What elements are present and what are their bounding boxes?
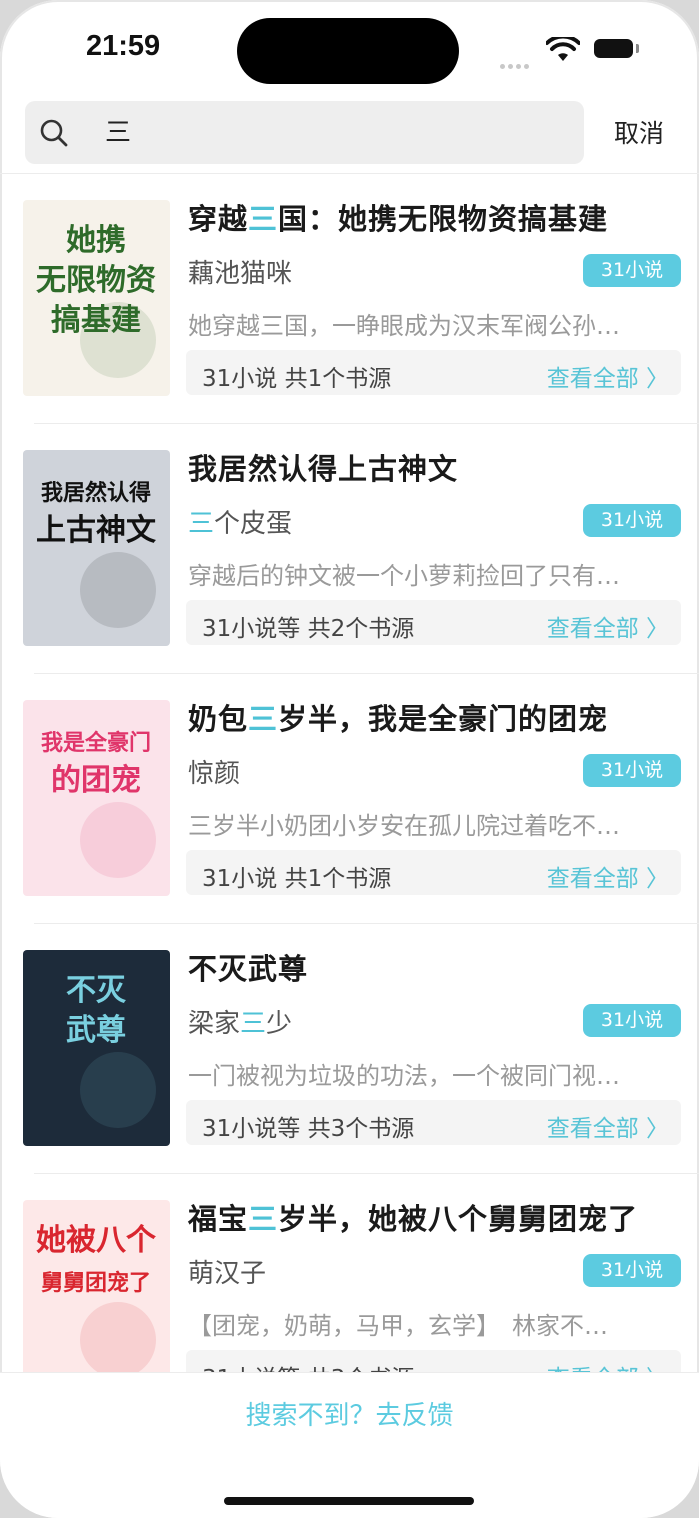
- footer-bar: 搜索不到？去反馈: [0, 1372, 699, 1518]
- book-result-item[interactable]: 我居然认得 上古神文 我居然认得上古神文 三个皮蛋 31小说 穿越后的钟文被一个小…: [0, 424, 699, 674]
- sources-bar[interactable]: 31小说 共1个书源 查看全部 〉: [186, 350, 681, 395]
- cover-title-text: 我是全豪门: [41, 730, 151, 756]
- cover-title-text: 她被八个: [36, 1223, 157, 1258]
- book-author[interactable]: 萌汉子: [188, 1253, 266, 1290]
- book-cover: 不灭 武尊: [23, 950, 170, 1146]
- book-result-item[interactable]: 我是全豪门的团宠 奶包三岁半，我是全豪门的团宠 惊颜 31小说 三岁半小奶团小岁…: [0, 674, 699, 924]
- cover-title-text: 的团宠: [51, 763, 141, 798]
- book-title: 穿越三国：她携无限物资搞基建: [188, 202, 609, 236]
- cover-title-text: 无限物资: [36, 263, 156, 298]
- source-badge: 31小说: [583, 1004, 681, 1037]
- source-badge: 31小说: [583, 1254, 681, 1287]
- sources-bar[interactable]: 31小说等 共3个书源 查看全部 〉: [186, 1100, 681, 1145]
- source-badge: 31小说: [583, 504, 681, 537]
- sources-count: 31小说 共1个书源: [202, 366, 392, 392]
- book-cover: 我是全豪门 的团宠: [23, 700, 170, 896]
- sources-count: 31小说等 共3个书源: [202, 1359, 414, 1372]
- wifi-icon: [546, 37, 580, 61]
- cover-art: 她携无限物资搞基建: [23, 200, 170, 396]
- book-cover: 她被八个 舅舅团宠了: [23, 1200, 170, 1372]
- source-badge: 31小说: [583, 754, 681, 787]
- view-all-link[interactable]: 查看全部 〉: [547, 1359, 669, 1372]
- sources-count: 31小说等 共2个书源: [202, 616, 415, 642]
- book-description: 穿越后的钟文被一个小萝莉捡回了只有…: [188, 562, 620, 590]
- book-author[interactable]: 惊颜: [188, 753, 240, 790]
- book-title: 不灭武尊: [188, 952, 309, 986]
- search-bar[interactable]: [25, 101, 584, 164]
- book-description: 【团宠，奶萌，马甲，玄学】 林家不…: [188, 1312, 608, 1340]
- view-all-link[interactable]: 查看全部 〉: [547, 859, 669, 893]
- book-cover: 我居然认得 上古神文: [23, 450, 170, 646]
- book-description: 她穿越三国，一睁眼成为汉末军阀公孙…: [188, 312, 620, 340]
- cover-art: 不灭武尊: [23, 950, 170, 1146]
- book-description: 一门被视为垃圾的功法，一个被同门视…: [188, 1062, 620, 1090]
- cover-title-text: 武尊: [66, 1013, 126, 1048]
- battery-icon: [594, 39, 633, 58]
- phone-screen: 21:59 取消 她携无限物资搞基建 穿越三国：她携无限物资搞基建 藕池猫咪 3…: [0, 0, 699, 1518]
- book-result-item[interactable]: 她携无限物资搞基建 穿越三国：她携无限物资搞基建 藕池猫咪 31小说 她穿越三国…: [0, 174, 699, 424]
- cover-art: 她被八个舅舅团宠了: [23, 1200, 170, 1372]
- home-indicator: [224, 1497, 474, 1505]
- book-title: 福宝三岁半，她被八个舅舅团宠了: [188, 1202, 639, 1236]
- battery-cap: [636, 44, 639, 53]
- sources-count: 31小说 共1个书源: [202, 866, 392, 892]
- search-icon: [40, 119, 68, 147]
- cover-art: 我是全豪门的团宠: [23, 700, 170, 896]
- book-author[interactable]: 三个皮蛋: [188, 503, 292, 540]
- cover-title-text: 她携: [66, 223, 126, 258]
- view-all-link[interactable]: 查看全部 〉: [547, 359, 669, 393]
- signal-dots-icon: [500, 54, 536, 69]
- book-result-item[interactable]: 她被八个舅舅团宠了 福宝三岁半，她被八个舅舅团宠了 萌汉子 31小说 【团宠，奶…: [0, 1174, 699, 1372]
- book-author[interactable]: 梁家三少: [188, 1003, 292, 1040]
- status-time: 21:59: [86, 30, 161, 62]
- book-cover: 她携 无限物资 搞基建: [23, 200, 170, 396]
- cover-title-text: 舅舅团宠了: [41, 1270, 151, 1296]
- status-bar: 21:59: [0, 0, 699, 95]
- dynamic-island: [237, 18, 459, 84]
- cover-title-text: 不灭: [66, 973, 127, 1008]
- sources-bar[interactable]: 31小说等 共2个书源 查看全部 〉: [186, 600, 681, 645]
- cover-art: 我居然认得上古神文: [23, 450, 170, 646]
- cover-title-text: 我居然认得: [41, 480, 151, 506]
- cancel-button[interactable]: 取消: [614, 114, 664, 150]
- feedback-link[interactable]: 搜索不到？去反馈: [0, 1395, 699, 1432]
- source-badge: 31小说: [583, 254, 681, 287]
- sources-count: 31小说等 共3个书源: [202, 1116, 415, 1142]
- book-description: 三岁半小奶团小岁安在孤儿院过着吃不…: [188, 812, 620, 840]
- search-input[interactable]: [105, 113, 565, 153]
- view-all-link[interactable]: 查看全部 〉: [547, 1109, 669, 1143]
- sources-bar[interactable]: 31小说等 共3个书源 查看全部 〉: [186, 1350, 681, 1372]
- search-results-list[interactable]: 她携无限物资搞基建 穿越三国：她携无限物资搞基建 藕池猫咪 31小说 她穿越三国…: [0, 174, 699, 1372]
- cover-title-text: 搞基建: [51, 303, 141, 338]
- book-title: 奶包三岁半，我是全豪门的团宠: [188, 702, 609, 736]
- cover-title-text: 上古神文: [36, 513, 156, 548]
- book-title: 我居然认得上古神文: [188, 452, 459, 486]
- book-author[interactable]: 藕池猫咪: [188, 253, 292, 290]
- sources-bar[interactable]: 31小说 共1个书源 查看全部 〉: [186, 850, 681, 895]
- view-all-link[interactable]: 查看全部 〉: [547, 609, 669, 643]
- book-result-item[interactable]: 不灭 武尊 不灭武尊 梁家三少 31小说 一门被视为垃圾的功法，一个被同门视… 3…: [0, 924, 699, 1174]
